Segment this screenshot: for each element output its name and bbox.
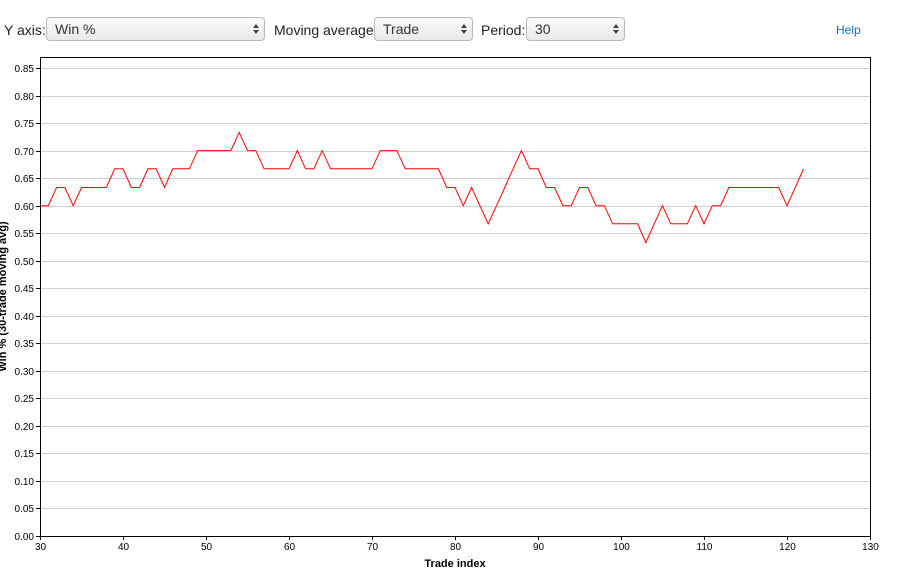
x-tick-label: 120 xyxy=(779,542,796,553)
y-tick-label: 0.65 xyxy=(15,174,35,185)
y-tick-label: 0.75 xyxy=(15,119,35,130)
y-tick-label: 0.30 xyxy=(15,367,35,378)
y-tick-label: 0.50 xyxy=(15,257,35,268)
x-tick-label: 30 xyxy=(35,542,47,553)
y-tick-label: 0.55 xyxy=(15,229,35,240)
y-tick-label: 0.85 xyxy=(15,64,35,75)
x-tick-label: 70 xyxy=(367,542,379,553)
y-tick-label: 0.70 xyxy=(15,147,35,158)
axis-ticks: 0.00 0.05 0.10 0.15 0.20 0.25 0.30 0.35 0.40 0.45… xyxy=(15,64,880,553)
y-tick-label: 0.20 xyxy=(15,422,35,433)
series-lines xyxy=(40,131,805,244)
x-tick-label: 110 xyxy=(697,542,713,553)
y-tick-label: 0.80 xyxy=(15,92,35,103)
x-tick-label: 130 xyxy=(862,542,879,553)
x-tick-label: 90 xyxy=(533,542,545,553)
y-tick-label: 0.25 xyxy=(15,394,35,405)
y-tick-label: 0.45 xyxy=(15,284,35,295)
win-rate-series-line xyxy=(40,131,805,244)
grid-lines xyxy=(40,68,870,509)
x-axis-title: Trade index xyxy=(424,558,486,570)
y-tick-label: 0.05 xyxy=(15,504,35,515)
y-axis-title: Win % (30-trade moving avg) xyxy=(0,221,9,372)
x-tick-label: 50 xyxy=(201,542,213,553)
y-tick-label: 0.60 xyxy=(15,202,35,213)
x-tick-label: 100 xyxy=(613,542,630,553)
x-tick-label: 80 xyxy=(450,542,462,553)
x-tick-label: 60 xyxy=(284,542,296,553)
y-tick-label: 0.15 xyxy=(15,449,35,460)
y-tick-label: 0.35 xyxy=(15,339,35,350)
y-tick-label: 0.10 xyxy=(15,477,35,488)
x-tick-label: 40 xyxy=(118,542,130,553)
plot-area-frame xyxy=(40,57,871,537)
win-rate-line-chart: 0.00 0.05 0.10 0.15 0.20 0.25 0.30 0.35 0.40 0.45… xyxy=(0,57,880,570)
y-tick-label: 0.00 xyxy=(15,532,35,543)
y-tick-label: 0.40 xyxy=(15,312,35,323)
